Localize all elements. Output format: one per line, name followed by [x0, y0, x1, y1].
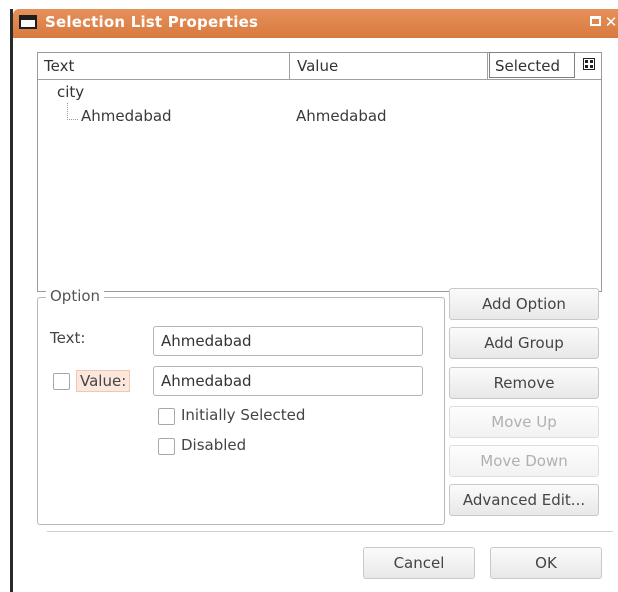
close-icon[interactable]: ✕ [603, 14, 618, 30]
tree-group-city[interactable]: city [57, 83, 84, 101]
option-legend: Option [46, 287, 105, 305]
option-group: Option Text: Ahmedabad Value: Ahmedabad … [37, 287, 445, 525]
window-title: Selection List Properties [45, 13, 259, 31]
disabled-checkbox[interactable] [158, 438, 175, 455]
list-item-value[interactable]: Ahmedabad [296, 107, 387, 125]
column-header-selected[interactable]: Selected [489, 52, 575, 78]
column-header-value[interactable]: Value [290, 53, 488, 79]
remove-button[interactable]: Remove [449, 367, 599, 399]
move-up-button[interactable]: Move Up [449, 406, 599, 438]
value-checkbox[interactable] [53, 373, 70, 390]
window-icon [19, 15, 37, 29]
disabled-label[interactable]: Disabled [181, 436, 246, 454]
move-down-button[interactable]: Move Down [449, 445, 599, 477]
title-bar[interactable]: Selection List Properties ✕ [13, 9, 618, 38]
value-label: Value: [76, 370, 131, 392]
tree-connector [67, 103, 78, 120]
initially-selected-checkbox[interactable] [158, 408, 175, 425]
initially-selected-label[interactable]: Initially Selected [181, 406, 305, 424]
add-group-button[interactable]: Add Group [449, 327, 599, 359]
add-option-button[interactable]: Add Option [449, 288, 599, 320]
list-item-text[interactable]: Ahmedabad [81, 107, 172, 125]
text-label: Text: [50, 329, 86, 347]
list-header: Text Value Selected [38, 52, 601, 80]
column-header-text[interactable]: Text [38, 53, 290, 79]
maximize-icon[interactable] [588, 14, 604, 30]
advanced-edit-button[interactable]: Advanced Edit... [449, 484, 599, 516]
ok-button[interactable]: OK [490, 547, 602, 579]
options-list[interactable]: Text Value Selected city Ahmedabad Ahmed… [37, 52, 602, 292]
cancel-button[interactable]: Cancel [363, 547, 475, 579]
separator [47, 531, 613, 532]
selection-list-properties-dialog: Selection List Properties ✕ Text Value S… [10, 9, 618, 592]
value-field[interactable]: Ahmedabad [153, 366, 423, 396]
table-config-icon[interactable] [577, 53, 601, 79]
text-field[interactable]: Ahmedabad [153, 326, 423, 356]
